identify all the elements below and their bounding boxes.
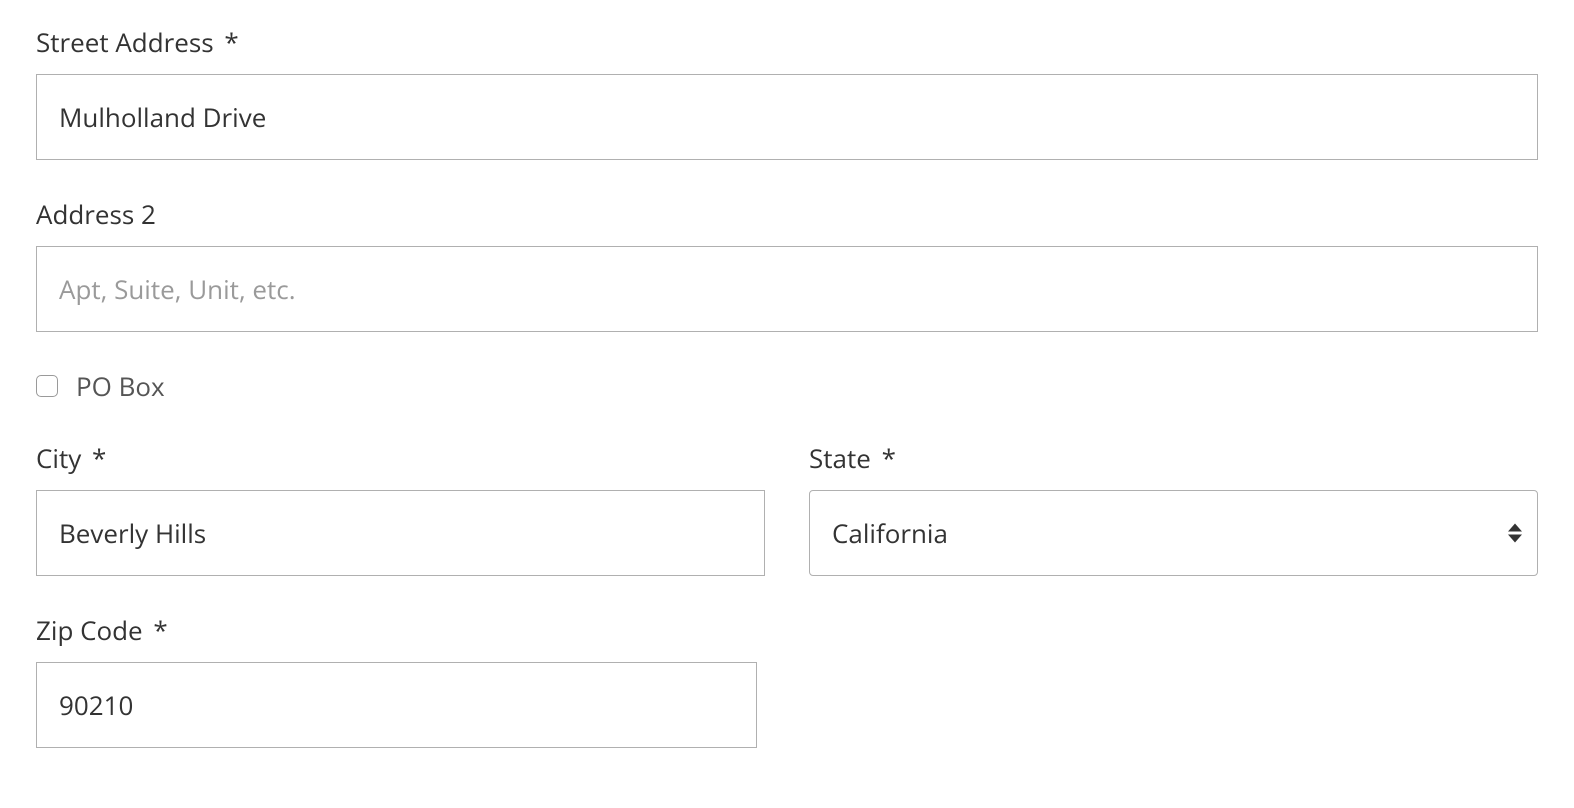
- street-address-input[interactable]: [36, 74, 1538, 160]
- city-label: City *: [36, 440, 765, 476]
- street-address-label-text: Street Address: [36, 24, 214, 60]
- state-select-wrap: California: [809, 490, 1538, 576]
- address2-label: Address 2: [36, 196, 1538, 232]
- zip-group: Zip Code *: [36, 612, 757, 748]
- required-star: *: [153, 612, 167, 648]
- pobox-group: PO Box: [36, 368, 1538, 404]
- address2-label-text: Address 2: [36, 196, 156, 232]
- city-group: City *: [36, 440, 765, 576]
- address2-group: Address 2: [36, 196, 1538, 332]
- city-state-row: City * State * California: [36, 440, 1538, 576]
- required-star: *: [92, 440, 106, 476]
- zip-input[interactable]: [36, 662, 757, 748]
- street-address-label: Street Address *: [36, 24, 1538, 60]
- state-label-text: State: [809, 440, 871, 476]
- address2-input[interactable]: [36, 246, 1538, 332]
- pobox-label: PO Box: [76, 368, 165, 404]
- state-select[interactable]: California: [809, 490, 1538, 576]
- required-star: *: [882, 440, 896, 476]
- street-address-group: Street Address *: [36, 24, 1538, 160]
- zip-label: Zip Code *: [36, 612, 757, 648]
- pobox-checkbox[interactable]: [36, 375, 58, 397]
- state-label: State *: [809, 440, 1538, 476]
- city-input[interactable]: [36, 490, 765, 576]
- state-group: State * California: [809, 440, 1538, 576]
- city-label-text: City: [36, 440, 81, 476]
- required-star: *: [224, 24, 238, 60]
- zip-label-text: Zip Code: [36, 612, 143, 648]
